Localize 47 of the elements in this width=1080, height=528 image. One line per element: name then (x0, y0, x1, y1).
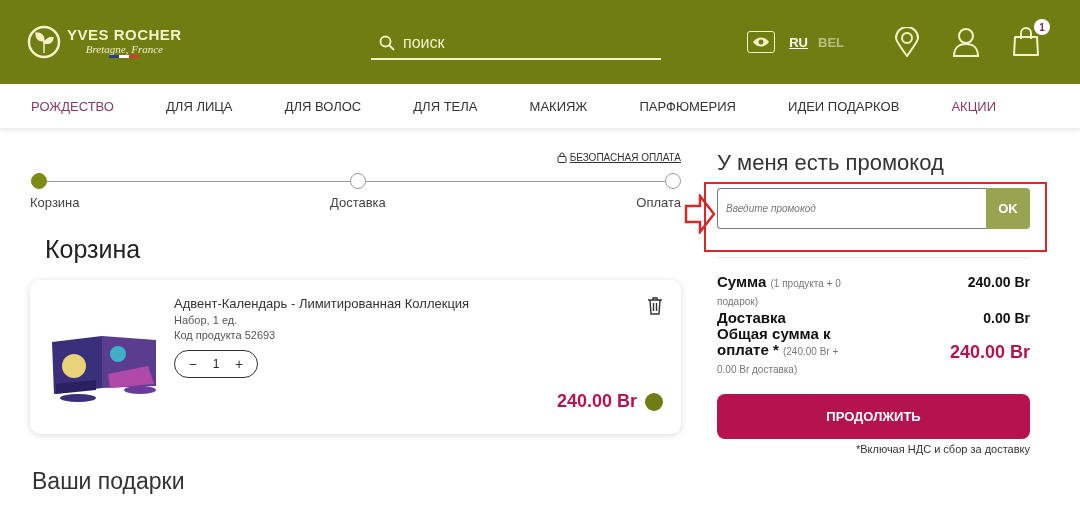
trash-icon[interactable] (647, 296, 663, 315)
summary-label: Общая сумма к оплате * (240.00 Br + 0.00 Br доставка) (717, 326, 840, 377)
summary-value: 240.00 Br (967, 274, 1030, 290)
product-name: Адвент-Календарь - Лимитированная Коллекция (174, 296, 471, 311)
product-price: 240.00 Br (556, 391, 637, 412)
summary-label: Сумма (1 продукта + 0 подарок) (717, 274, 842, 309)
logo-icon (27, 25, 61, 59)
summary-label: Доставка (717, 310, 787, 326)
nav-link[interactable]: АКЦИИ (951, 98, 996, 114)
search-field[interactable]: поиск (401, 28, 641, 58)
quantity-value: 1 (212, 357, 220, 371)
secure-payment-link[interactable]: БЕЗОПАСНАЯ ОПЛАТА (556, 152, 681, 163)
increase-button[interactable]: + (234, 356, 244, 372)
summary-value: 240.00 Br (949, 341, 1030, 363)
nav-link[interactable]: ИДЕИ ПОДАРКОВ (788, 98, 900, 114)
brand-name: YVES ROCHER (67, 26, 182, 43)
decrease-button[interactable]: − (188, 356, 197, 372)
continue-button[interactable]: ПРОДОЛЖИТЬ (717, 394, 1030, 439)
flag-icon (109, 55, 140, 58)
cart-count-badge: 1 (1034, 19, 1050, 35)
nav-link[interactable]: ДЛЯ ТЕЛА (413, 98, 478, 114)
product-detail: Набор, 1 ед. (174, 314, 239, 326)
nav-link[interactable]: ДЛЯ ВОЛОС (284, 98, 362, 114)
product-code: Код продукта 52693 (174, 329, 277, 341)
vat-note: *Включая НДС и сбор за доставку (855, 443, 1030, 455)
shopping-bag-icon[interactable] (1012, 27, 1040, 57)
arrow-drawing (684, 194, 716, 234)
nav-link[interactable]: ДЛЯ ЛИЦА (166, 98, 233, 114)
location-pin-icon[interactable] (894, 27, 920, 57)
cart-heading: Корзина (45, 235, 142, 264)
eye-icon (752, 37, 771, 47)
lock-icon (556, 152, 567, 163)
search-icon (379, 35, 395, 51)
step-label: Корзина (30, 195, 80, 210)
nav-link[interactable]: РОЖДЕСТВО (31, 98, 114, 114)
nav-link[interactable]: МАКИЯЖ (529, 98, 588, 114)
language-link[interactable]: RU (789, 34, 808, 50)
step-label: Доставка (330, 195, 386, 210)
nav-link[interactable]: ПАРФЮМЕРИЯ (639, 98, 736, 114)
promo-code-field[interactable]: Введите промокод (717, 188, 986, 229)
promo-heading: У меня есть промокод (717, 150, 945, 176)
gifts-heading: Ваши подарки (32, 468, 186, 495)
step-label: Оплата (636, 195, 681, 210)
user-icon[interactable] (952, 27, 980, 57)
summary-value: 0.00 Br (983, 310, 1030, 326)
brand-tagline: Bretagne, France (85, 43, 163, 55)
accessibility-button[interactable] (747, 31, 776, 53)
